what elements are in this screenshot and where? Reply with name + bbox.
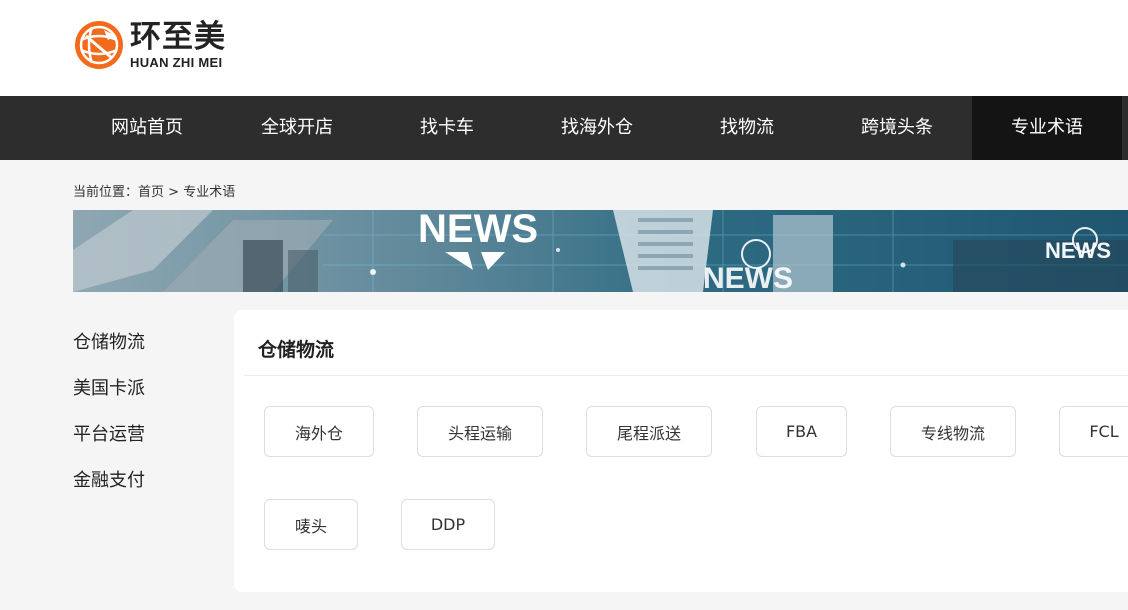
sidebar-item-us-trucking[interactable]: 美国卡派 — [73, 366, 223, 412]
sidebar-item-warehouse-logistics[interactable]: 仓储物流 — [73, 320, 223, 366]
tag-last-mile-delivery[interactable]: 尾程派送 — [586, 406, 712, 457]
panel-divider — [244, 375, 1128, 376]
nav-item-find-logistics[interactable]: 找物流 — [672, 96, 822, 160]
nav-item-home[interactable]: 网站首页 — [72, 96, 222, 160]
tag-fcl[interactable]: FCL — [1059, 406, 1128, 457]
logo-english-name: HUAN ZHI MEI — [130, 54, 223, 70]
nav-item-cross-border-news[interactable]: 跨境头条 — [822, 96, 972, 160]
breadcrumb-separator: > — [164, 185, 184, 200]
terms-panel: 仓储物流 海外仓 头程运输 尾程派送 FBA 专线物流 FCL 唛头 DDP — [234, 310, 1128, 592]
breadcrumb-home-link[interactable]: 首页 — [138, 185, 164, 200]
tag-first-leg-transport[interactable]: 头程运输 — [417, 406, 543, 457]
nav-item-terminology[interactable]: 专业术语 — [972, 96, 1122, 160]
nav-item-find-truck[interactable]: 找卡车 — [372, 96, 522, 160]
tag-overseas-warehouse[interactable]: 海外仓 — [264, 406, 374, 457]
breadcrumb: 当前位置：首页 > 专业术语 — [73, 181, 235, 200]
main-navigation: 网站首页 全球开店 找卡车 找海外仓 找物流 跨境头条 专业术语 工 — [0, 96, 1128, 160]
tag-ddp[interactable]: DDP — [401, 499, 495, 550]
breadcrumb-prefix: 当前位置： — [73, 185, 139, 200]
sidebar-item-platform-operations[interactable]: 平台运营 — [73, 412, 223, 458]
site-logo[interactable]: 环至美 HUAN ZHI MEI — [72, 17, 242, 73]
tag-fba[interactable]: FBA — [756, 406, 847, 457]
banner-news-word-3: NEWS — [1045, 238, 1111, 263]
banner-news-word-1: NEWS — [418, 210, 538, 251]
banner-news-word-2: NEWS — [703, 262, 793, 292]
nav-item-find-warehouse[interactable]: 找海外仓 — [522, 96, 672, 160]
logo-chinese-name: 环至美 — [130, 18, 226, 55]
news-banner: NEWS NEWS NEWS — [73, 210, 1128, 292]
nav-item-global-store[interactable]: 全球开店 — [222, 96, 372, 160]
sidebar-item-finance-payment[interactable]: 金融支付 — [73, 458, 223, 504]
banner-graphic: NEWS NEWS NEWS — [73, 210, 1128, 292]
nav-item-truncated[interactable]: 工 — [1122, 96, 1128, 160]
panel-title: 仓储物流 — [258, 339, 335, 361]
site-header: 环至美 HUAN ZHI MEI — [0, 0, 1128, 96]
category-sidebar: 仓储物流 美国卡派 平台运营 金融支付 — [73, 320, 223, 504]
breadcrumb-current: 专业术语 — [183, 185, 236, 200]
globe-logo-icon — [75, 21, 123, 69]
tag-dedicated-line[interactable]: 专线物流 — [890, 406, 1016, 457]
tag-shipping-mark[interactable]: 唛头 — [264, 499, 358, 550]
